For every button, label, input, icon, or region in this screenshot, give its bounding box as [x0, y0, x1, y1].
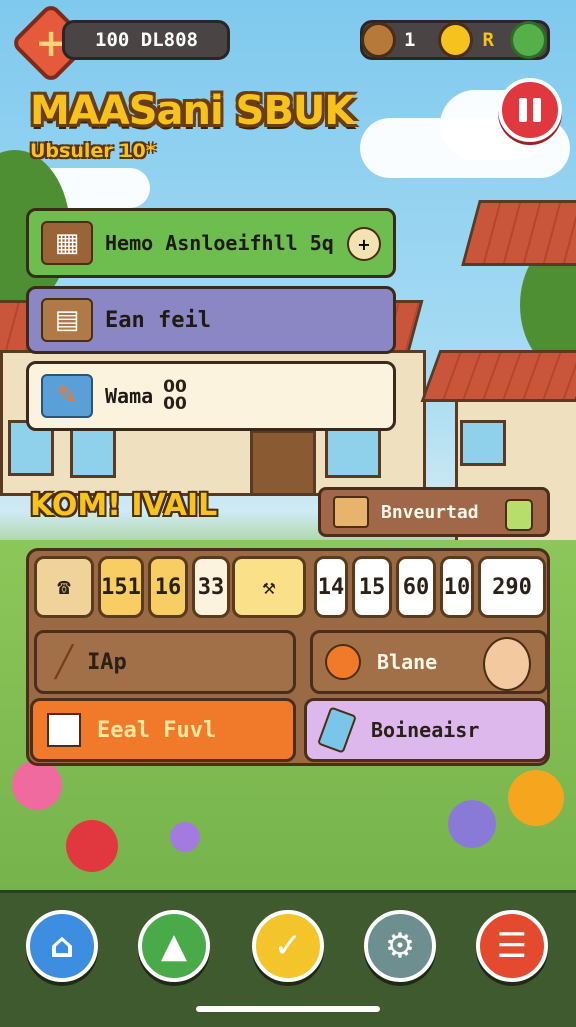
slot-7[interactable]: 10 — [440, 556, 474, 618]
check-icon: ✓ — [273, 926, 303, 966]
menu-item-1-label: Hemo Asnloeifhll 5q — [105, 231, 334, 255]
flower — [508, 770, 564, 826]
plus-badge-icon: + — [347, 227, 381, 261]
menu-item-3-value: 00 00 — [163, 377, 187, 414]
slot-2[interactable]: 16 — [148, 556, 188, 618]
home-icon: ⌂ — [49, 926, 75, 966]
tool-slot[interactable]: ⚒ — [232, 556, 306, 618]
settings-button[interactable]: ⚙ — [364, 910, 436, 982]
phone-icon: ☎ — [57, 574, 71, 600]
currency-display: 100 DL808 — [62, 20, 230, 60]
box-icon — [47, 713, 81, 747]
home-indicator — [196, 1006, 380, 1012]
phone-slot[interactable]: ☎ — [34, 556, 94, 618]
action-right-bottom[interactable]: Boineaisr — [304, 698, 548, 762]
slot-5[interactable]: 15 — [352, 556, 392, 618]
orange-icon — [325, 644, 361, 680]
game-title: MAASani SBUK — [30, 88, 355, 134]
counter-badge — [505, 499, 533, 531]
flower — [448, 800, 496, 848]
pause-icon — [519, 98, 527, 122]
house-window — [460, 420, 506, 466]
flower — [66, 820, 118, 872]
book-icon — [333, 496, 369, 528]
section-action-label: Bnveurtad — [381, 501, 479, 523]
house-window — [325, 428, 381, 478]
slot-3[interactable]: 33 — [192, 556, 230, 618]
potion-icon — [317, 706, 357, 754]
stick-icon: ╱ — [55, 644, 74, 680]
currency-value: 100 DL808 — [95, 29, 198, 51]
confirm-button[interactable]: ✓ — [252, 910, 324, 982]
action-left-bottom[interactable]: Eeal Fuvl — [30, 698, 296, 762]
tree-button[interactable]: ▲ — [138, 910, 210, 982]
pause-button[interactable] — [498, 78, 562, 142]
pencil-icon: ✎ — [41, 374, 93, 418]
book-icon: ▤ — [41, 298, 93, 342]
action-right-top[interactable]: Blane — [310, 630, 548, 694]
menu-item-2[interactable]: ▤ Ean feil — [26, 286, 396, 354]
slot-4[interactable]: 14 — [314, 556, 348, 618]
house-door — [250, 430, 316, 496]
house-roof — [461, 200, 576, 266]
smiley-icon — [437, 22, 473, 58]
x-label: R — [482, 29, 494, 51]
menu-item-1[interactable]: ▦ Hemo Asnloeifhll 5q + — [26, 208, 396, 278]
house-roof — [420, 350, 576, 402]
list-icon: ☰ — [496, 926, 528, 966]
action-left-top[interactable]: ╱ IAp — [34, 630, 296, 694]
gear-icon: ⚙ — [384, 926, 416, 966]
menu-item-3-label: Wama — [105, 384, 154, 408]
character-avatar — [483, 637, 531, 691]
resource-bar: 1 R — [360, 20, 550, 60]
slot-1[interactable]: 151 — [98, 556, 144, 618]
flower — [12, 760, 62, 810]
slot-6[interactable]: 60 — [396, 556, 436, 618]
wooden-cart-icon: ▦ — [41, 221, 93, 265]
coin-icon — [361, 22, 397, 58]
slot-8[interactable]: 290 — [478, 556, 546, 618]
menu-item-3[interactable]: ✎ Wama 00 00 — [26, 361, 396, 431]
house-window — [70, 428, 116, 478]
tool-icon: ⚒ — [262, 574, 276, 600]
home-button[interactable]: ⌂ — [26, 910, 98, 982]
gear-icon[interactable] — [510, 21, 547, 59]
flower — [170, 822, 200, 852]
game-subtitle: Ubsuler 10* — [30, 140, 156, 162]
tree-icon: ▲ — [160, 926, 188, 966]
coin-count: 1 — [404, 29, 416, 51]
section-title: KOM! IVAIL — [30, 488, 218, 523]
menu-item-2-label: Ean feil — [105, 307, 211, 333]
menu-button[interactable]: ☰ — [476, 910, 548, 982]
section-action-button[interactable]: Bnveurtad — [318, 487, 550, 537]
